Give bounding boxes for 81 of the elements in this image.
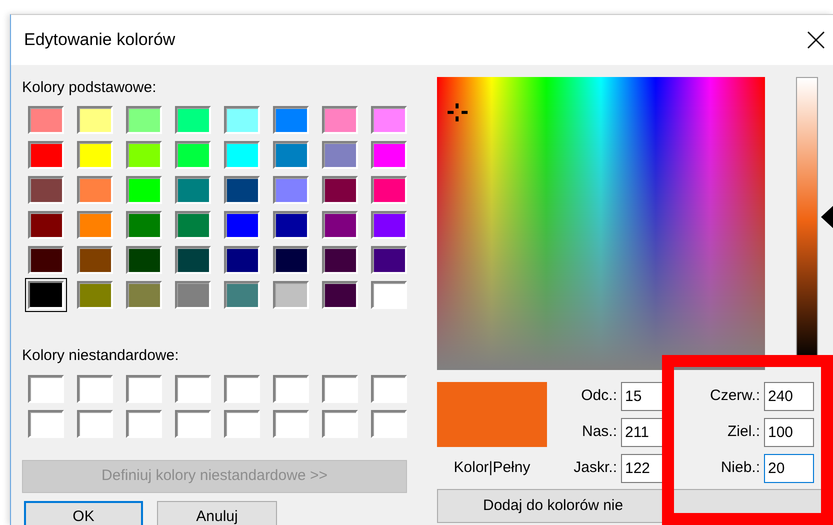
color-swatch[interactable]	[371, 176, 407, 204]
color-swatch[interactable]	[371, 280, 407, 308]
custom-color-slot[interactable]	[273, 410, 309, 438]
field-label: Jaskr.:	[572, 458, 617, 478]
custom-color-slot[interactable]	[126, 375, 162, 403]
color-swatch[interactable]	[77, 210, 113, 238]
custom-color-slot[interactable]	[371, 410, 407, 438]
color-swatch[interactable]	[224, 140, 260, 168]
custom-color-slot[interactable]	[175, 375, 211, 403]
custom-color-slot[interactable]	[175, 410, 211, 438]
color-swatch[interactable]	[77, 246, 113, 274]
input-field[interactable]: 20	[764, 454, 814, 483]
color-swatch[interactable]	[322, 106, 358, 134]
custom-color-slot[interactable]	[322, 410, 358, 438]
input-field[interactable]: 100	[764, 418, 814, 447]
color-swatch[interactable]	[371, 210, 407, 238]
section-label: Kolory podstawowe:	[22, 78, 158, 98]
slider-arrow[interactable]	[821, 204, 833, 229]
color-swatch[interactable]	[28, 176, 64, 204]
custom-color-slot[interactable]	[77, 410, 113, 438]
close-icon[interactable]	[807, 31, 825, 49]
color-swatch[interactable]	[28, 140, 64, 168]
custom-color-slot[interactable]	[224, 375, 260, 403]
field-label: Czerw.:	[708, 386, 760, 406]
color-swatch[interactable]	[175, 140, 211, 168]
color-swatch[interactable]	[273, 246, 309, 274]
custom-color-slot[interactable]	[322, 375, 358, 403]
color-swatch[interactable]	[273, 176, 309, 204]
color-swatch[interactable]	[126, 210, 162, 238]
color-swatch[interactable]	[126, 280, 162, 308]
custom-color-slot[interactable]	[224, 410, 260, 438]
color-swatch[interactable]	[371, 140, 407, 168]
window-title: Edytowanie kolorów	[24, 29, 176, 52]
color-swatch[interactable]	[77, 176, 113, 204]
custom-color-slot[interactable]	[273, 375, 309, 403]
color-swatch[interactable]	[126, 140, 162, 168]
color-swatch[interactable]	[175, 280, 211, 308]
color-swatch[interactable]	[224, 106, 260, 134]
color-swatch[interactable]	[224, 210, 260, 238]
ok-button[interactable]: OK	[24, 501, 143, 525]
color-swatch[interactable]	[77, 140, 113, 168]
color-swatch[interactable]	[175, 246, 211, 274]
preview-label: Kolor|Pełny	[452, 458, 532, 478]
custom-color-slot[interactable]	[28, 410, 64, 438]
field-label: Nieb.:	[720, 458, 760, 478]
color-swatch[interactable]	[28, 246, 64, 274]
color-swatch[interactable]	[28, 106, 64, 134]
color-swatch[interactable]	[322, 246, 358, 274]
color-swatch[interactable]	[175, 176, 211, 204]
color-swatch[interactable]	[126, 176, 162, 204]
color-swatch[interactable]	[126, 106, 162, 134]
color-swatch[interactable]	[77, 280, 113, 308]
color-swatch[interactable]	[371, 106, 407, 134]
color-swatch[interactable]	[322, 280, 358, 308]
field-label: Ziel.:	[726, 422, 760, 442]
color-swatch[interactable]	[224, 246, 260, 274]
color-swatch[interactable]	[322, 140, 358, 168]
color-swatch[interactable]	[77, 106, 113, 134]
color-swatch[interactable]	[273, 280, 309, 308]
color-swatch[interactable]	[322, 210, 358, 238]
color-swatch[interactable]	[224, 176, 260, 204]
color-swatch[interactable]	[224, 280, 260, 308]
color-swatch[interactable]	[371, 246, 407, 274]
color-swatch[interactable]	[28, 210, 64, 238]
custom-color-slot[interactable]	[126, 410, 162, 438]
color-swatch[interactable]	[175, 106, 211, 134]
crosshair-icon	[448, 103, 468, 122]
custom-color-slot[interactable]	[28, 375, 64, 403]
field-label: Nas.:	[580, 422, 617, 442]
color-swatch[interactable]	[126, 246, 162, 274]
color-swatch[interactable]	[322, 176, 358, 204]
color-swatch[interactable]	[175, 210, 211, 238]
input-field[interactable]: 240	[764, 382, 814, 411]
cancel-button[interactable]: Anuluj	[157, 501, 277, 525]
custom-color-slot[interactable]	[77, 375, 113, 403]
section-label: Kolory niestandardowe:	[22, 346, 180, 366]
color-swatch[interactable]	[273, 106, 309, 134]
color-swatch[interactable]	[273, 140, 309, 168]
custom-color-slot[interactable]	[371, 375, 407, 403]
field-label: Odc.:	[580, 386, 617, 406]
color-swatch[interactable]	[273, 210, 309, 238]
